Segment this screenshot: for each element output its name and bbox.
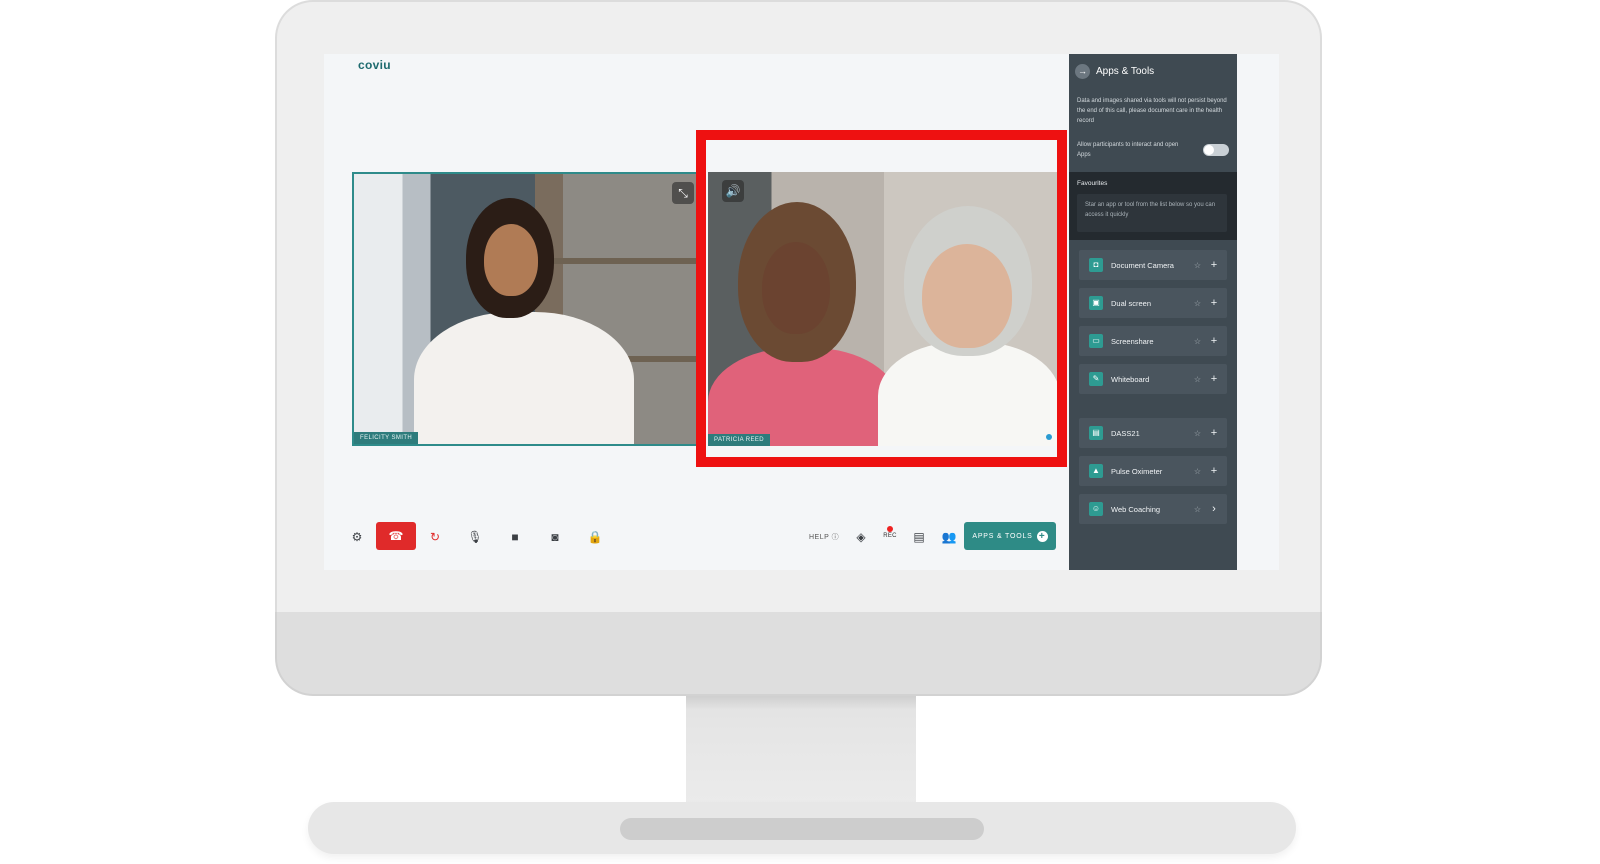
participant-name-felicity: FELICITY SMITH — [354, 432, 419, 444]
snapshot-camera-icon[interactable]: ◙ — [542, 524, 568, 550]
tool-item[interactable]: ▭ Screenshare ☆ + — [1079, 326, 1227, 356]
tool-item[interactable]: ✎ Whiteboard ☆ + — [1079, 364, 1227, 394]
tool-item[interactable]: ▤ DASS21 ☆ + — [1079, 418, 1227, 448]
chevron-right-icon[interactable]: › — [1209, 503, 1219, 515]
star-icon[interactable]: ☆ — [1194, 375, 1201, 384]
collapse-arrow-icon[interactable]: → — [1075, 64, 1090, 79]
add-icon[interactable]: + — [1209, 465, 1219, 477]
speaker-icon[interactable]: 🔊 — [722, 180, 744, 202]
panel-note: Data and images shared via tools will no… — [1077, 98, 1227, 124]
minimize-icon[interactable]: ⤡ — [672, 182, 694, 204]
pencil-icon: ✎ — [1089, 372, 1103, 386]
favourites-section: Favourites Star an app or tool from the … — [1069, 172, 1237, 240]
tool-item[interactable]: ▲ Pulse Oximeter ☆ + — [1079, 456, 1227, 486]
tool-label: Pulse Oximeter — [1111, 466, 1163, 476]
end-call-button[interactable]: ☎ — [376, 522, 416, 550]
tool-item[interactable]: ▣ Dual screen ☆ + — [1079, 288, 1227, 318]
apps-tools-button[interactable]: APPS & TOOLS + — [964, 522, 1056, 550]
people-icon: ☺ — [1089, 502, 1103, 516]
person-young-woman-face — [762, 242, 830, 334]
screenshare-icon: ▭ — [1089, 334, 1103, 348]
video-call-screen: coviu ⤡ FELICITY SMITH 🔊 PATRICIA REED ⚙… — [324, 54, 1279, 570]
add-icon[interactable]: + — [1209, 297, 1219, 309]
plus-circle-icon: + — [1036, 530, 1048, 542]
help-circle-icon: ⓘ — [831, 534, 840, 541]
video-tile-patricia[interactable]: 🔊 PATRICIA REED — [708, 172, 1060, 446]
add-icon[interactable]: + — [1209, 259, 1219, 271]
tool-item[interactable]: ☺ Web Coaching ☆ › — [1079, 494, 1227, 524]
settings-gear-icon[interactable]: ⚙ — [344, 524, 370, 550]
monitor-stand-neck — [686, 696, 916, 816]
allow-participants-label: Allow participants to interact and open … — [1077, 142, 1179, 158]
form-icon: ▤ — [1089, 426, 1103, 440]
help-link[interactable]: HELP ⓘ — [809, 532, 839, 542]
tool-label: Screenshare — [1111, 336, 1154, 346]
star-icon[interactable]: ☆ — [1194, 429, 1201, 438]
add-icon[interactable]: + — [1209, 335, 1219, 347]
person-felicity-body — [414, 312, 634, 444]
person-felicity-face — [484, 224, 538, 296]
participant-name-patricia: PATRICIA REED — [708, 434, 770, 446]
video-tile-felicity[interactable]: ⤡ FELICITY SMITH — [352, 172, 704, 446]
star-icon[interactable]: ☆ — [1194, 467, 1201, 476]
coviu-logo: coviu — [358, 58, 391, 72]
tool-label: Web Coaching — [1111, 504, 1161, 514]
star-icon[interactable]: ☆ — [1194, 505, 1201, 514]
video-camera-icon[interactable]: ■ — [502, 524, 528, 550]
record-dot-icon — [887, 526, 893, 532]
refresh-icon[interactable]: ↻ — [422, 524, 448, 550]
star-icon[interactable]: ☆ — [1194, 261, 1201, 270]
tool-label: Document Camera — [1111, 260, 1174, 270]
add-icon[interactable]: + — [1209, 427, 1219, 439]
tool-label: Dual screen — [1111, 298, 1152, 308]
phone-hangup-icon: ☎ — [388, 529, 404, 543]
favourites-hint: Star an app or tool from the list below … — [1077, 194, 1227, 232]
panel-title: Apps & Tools — [1096, 66, 1155, 77]
star-icon[interactable]: ☆ — [1194, 337, 1201, 346]
tool-label: DASS21 — [1111, 428, 1140, 438]
chat-icon[interactable]: ▤ — [906, 524, 932, 550]
status-dot — [1046, 434, 1052, 440]
favourites-title: Favourites — [1077, 180, 1108, 187]
layers-icon[interactable]: ◈ — [848, 524, 874, 550]
camera-icon: ◘ — [1089, 258, 1103, 272]
allow-participants-toggle[interactable] — [1203, 144, 1229, 156]
record-button[interactable]: REC — [880, 526, 900, 539]
star-icon[interactable]: ☆ — [1194, 299, 1201, 308]
lock-icon[interactable]: 🔒 — [582, 524, 608, 550]
add-icon[interactable]: + — [1209, 373, 1219, 385]
microphone-icon[interactable]: 🎙 — [462, 524, 488, 550]
dual-screen-icon: ▣ — [1089, 296, 1103, 310]
participants-icon[interactable]: 👥 — [936, 524, 962, 550]
apps-tools-panel: → Apps & Tools Data and images shared vi… — [1069, 54, 1237, 570]
person-older-woman-face — [922, 244, 1012, 348]
tool-item[interactable]: ◘ Document Camera ☆ + — [1079, 250, 1227, 280]
oximeter-icon: ▲ — [1089, 464, 1103, 478]
monitor-chin — [275, 612, 1322, 696]
tool-label: Whiteboard — [1111, 374, 1150, 384]
